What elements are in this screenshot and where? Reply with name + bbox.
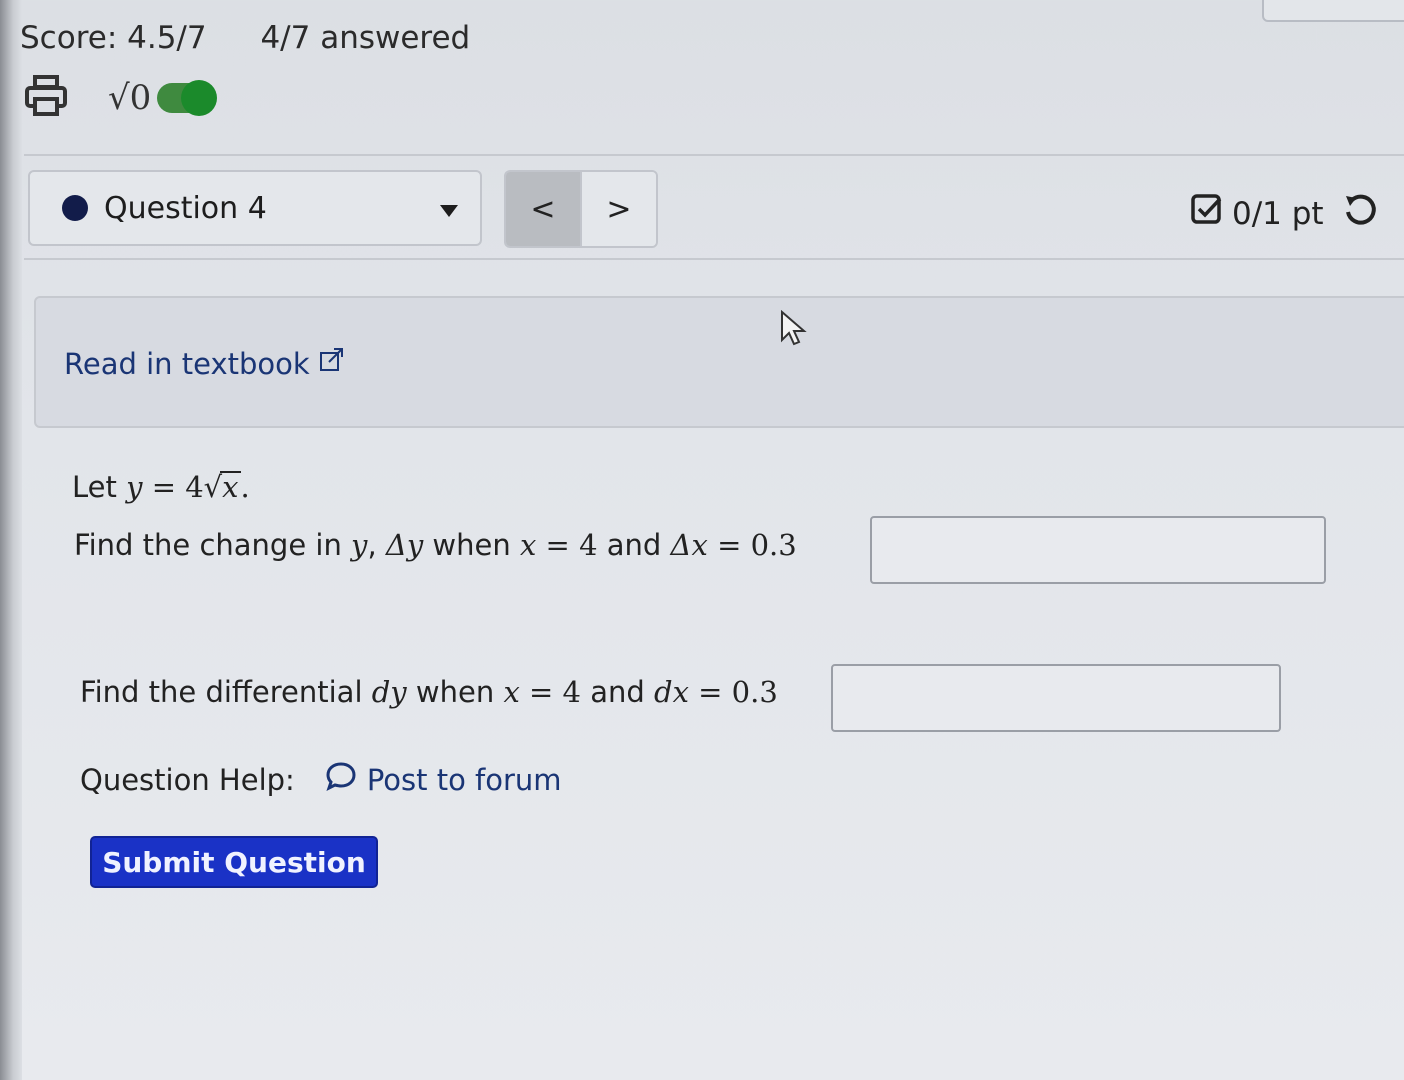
retry-icon[interactable] [1342,192,1378,236]
external-link-icon [318,346,346,381]
points-indicator: 0/1 pt [1190,192,1378,236]
question-pager: < > [504,170,658,248]
answered-count: 4/7 answered [260,20,471,56]
math-entry-toggle[interactable]: √0 [108,78,218,118]
toggle-switch[interactable] [157,80,218,116]
divider [24,258,1404,260]
resources-panel: Read in textbook [34,296,1404,428]
question-status-dot [62,195,88,221]
checkbox-icon [1190,193,1224,235]
post-to-forum-label: Post to forum [366,762,562,797]
top-right-button[interactable] [1262,0,1404,22]
caret-down-icon [440,205,458,217]
question-selector[interactable]: Question 4 [28,170,482,246]
question-help-label: Question Help: [80,762,295,797]
next-question-button[interactable]: > [580,172,656,246]
score-text: Score: 4.5/7 [20,20,207,56]
dy-answer-input[interactable] [831,664,1281,732]
read-in-textbook-link[interactable]: Read in textbook [64,346,346,381]
question-part-2-text: Find the differential dy when x = 4 and … [80,675,778,709]
screen-bezel [0,0,22,1080]
delta-y-answer-input[interactable] [870,516,1326,584]
points-text: 0/1 pt [1232,196,1324,232]
question-selector-label: Question 4 [104,190,267,226]
score-bar: Score: 4.5/7 4/7 answered [20,20,470,56]
textbook-link-label: Read in textbook [64,346,310,381]
toolbar: √0 [24,72,218,124]
printer-icon[interactable] [24,74,68,122]
post-to-forum-link[interactable]: Post to forum [325,760,562,799]
sqrt-icon: √0 [108,78,152,118]
mouse-pointer-icon [780,309,808,352]
chat-bubble-icon [325,760,357,799]
problem-statement: Let y = 4√x. [72,470,250,504]
divider [24,154,1404,156]
question-help: Question Help: Post to forum [80,760,562,799]
question-part-1-text: Find the change in y, Δy when x = 4 and … [74,528,797,562]
submit-question-button[interactable]: Submit Question [90,836,378,888]
previous-question-button[interactable]: < [506,172,580,246]
